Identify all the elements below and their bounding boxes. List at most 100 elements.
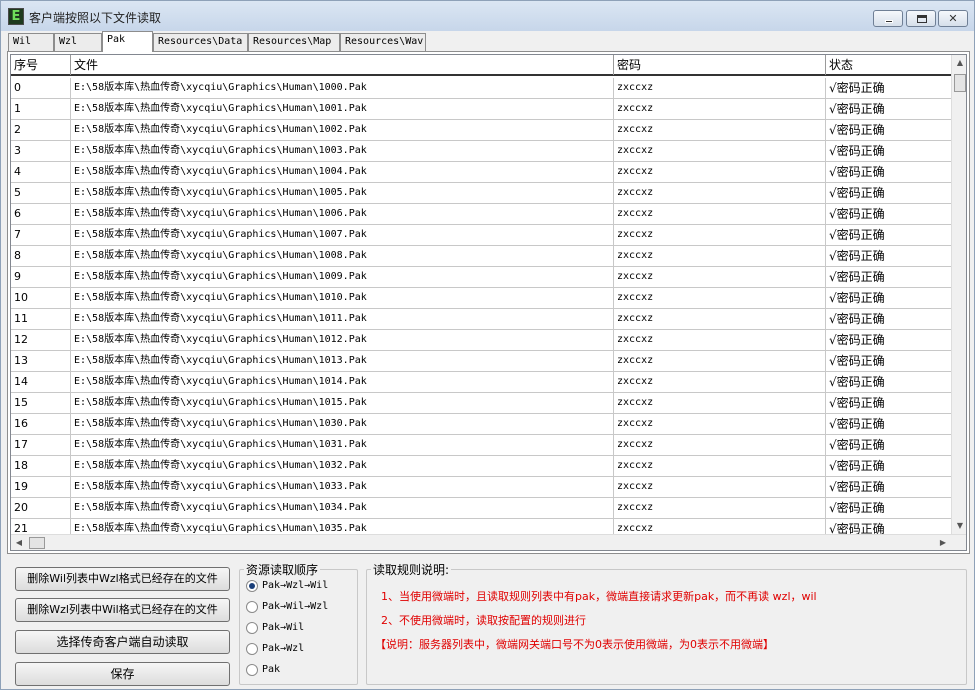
table-row[interactable]: 19 E:\58版本库\热血传奇\xycqiu\Graphics\Human\10… — [11, 477, 951, 498]
cell-file: E:\58版本库\热血传奇\xycqiu\Graphics\Human\1032… — [71, 456, 614, 476]
cell-index: 13 — [11, 351, 71, 371]
table-row[interactable]: 3 E:\58版本库\热血传奇\xycqiu\Graphics\Human\100… — [11, 141, 951, 162]
cell-password: zxccxz — [614, 246, 826, 266]
scroll-down-icon[interactable]: ▼ — [952, 518, 966, 534]
table-row[interactable]: 17 E:\58版本库\热血传奇\xycqiu\Graphics\Human\10… — [11, 435, 951, 456]
choose-client-button[interactable]: 选择传奇客户端自动读取 — [15, 630, 230, 654]
radio-dot-icon[interactable] — [246, 643, 258, 655]
cell-status: √密码正确 — [829, 144, 885, 158]
file-list-grid[interactable]: 序号 文件 密码 状态 0 E:\58版本库\热血传奇\xycqiu\Graphi… — [10, 54, 967, 551]
tab-wzl[interactable]: Wzl — [54, 33, 102, 51]
cell-file: E:\58版本库\热血传奇\xycqiu\Graphics\Human\1034… — [71, 498, 614, 518]
radio-dot-icon[interactable] — [246, 580, 258, 592]
delete-wil-duplicates-button[interactable]: 删除Wil列表中Wzl格式已经存在的文件 — [15, 567, 230, 591]
table-row[interactable]: 18 E:\58版本库\热血传奇\xycqiu\Graphics\Human\10… — [11, 456, 951, 477]
radio-dot-icon[interactable] — [246, 664, 258, 676]
rules-title: 读取规则说明: — [371, 561, 452, 578]
column-header-password[interactable]: 密码 — [614, 55, 826, 75]
vertical-scroll-thumb[interactable] — [954, 74, 966, 92]
cell-file: E:\58版本库\热血传奇\xycqiu\Graphics\Human\1005… — [71, 183, 614, 203]
cell-file: E:\58版本库\热血传奇\xycqiu\Graphics\Human\1001… — [71, 99, 614, 119]
horizontal-scroll-thumb[interactable] — [29, 537, 45, 549]
radio-dot-icon[interactable] — [246, 622, 258, 634]
maximize-button[interactable] — [906, 10, 936, 27]
cell-index: 11 — [11, 309, 71, 329]
cell-index: 15 — [11, 393, 71, 413]
cell-status: √密码正确 — [829, 81, 885, 95]
rule-line-3: 【说明：服务器列表中，微端网关端口号不为0表示使用微端，为0表示不用微端】 — [375, 638, 774, 651]
cell-status: √密码正确 — [829, 417, 885, 431]
cell-password: zxccxz — [614, 225, 826, 245]
cell-status: √密码正确 — [829, 459, 885, 473]
table-row[interactable]: 6 E:\58版本库\热血传奇\xycqiu\Graphics\Human\100… — [11, 204, 951, 225]
cell-status: √密码正确 — [829, 207, 885, 221]
cell-password: zxccxz — [614, 435, 826, 455]
save-button[interactable]: 保存 — [15, 662, 230, 686]
table-row[interactable]: 13 E:\58版本库\热血传奇\xycqiu\Graphics\Human\10… — [11, 351, 951, 372]
tab-panel: 序号 文件 密码 状态 0 E:\58版本库\热血传奇\xycqiu\Graphi… — [7, 51, 970, 554]
minimize-button[interactable] — [873, 10, 903, 27]
cell-file: E:\58版本库\热血传奇\xycqiu\Graphics\Human\1014… — [71, 372, 614, 392]
cell-file: E:\58版本库\热血传奇\xycqiu\Graphics\Human\1011… — [71, 309, 614, 329]
tab-resources-map[interactable]: Resources\Map — [248, 33, 340, 51]
table-row[interactable]: 15 E:\58版本库\热血传奇\xycqiu\Graphics\Human\10… — [11, 393, 951, 414]
cell-status: √密码正确 — [829, 102, 885, 116]
cell-file: E:\58版本库\热血传奇\xycqiu\Graphics\Human\1009… — [71, 267, 614, 287]
horizontal-scrollbar[interactable]: ◀ ▶ — [11, 534, 966, 550]
scroll-left-icon[interactable]: ◀ — [11, 535, 27, 550]
column-header-index[interactable]: 序号 — [11, 55, 71, 75]
minimize-icon — [885, 20, 893, 23]
cell-password: zxccxz — [614, 351, 826, 371]
delete-wzl-duplicates-button[interactable]: 删除Wzl列表中Wil格式已经存在的文件 — [15, 598, 230, 622]
title-bar[interactable]: E 客户端按照以下文件读取 ✕ — [1, 1, 974, 31]
cell-status: √密码正确 — [829, 480, 885, 494]
cell-index: 12 — [11, 330, 71, 350]
table-row[interactable]: 20 E:\58版本库\热血传奇\xycqiu\Graphics\Human\10… — [11, 498, 951, 519]
cell-password: zxccxz — [614, 78, 826, 98]
scroll-right-icon[interactable]: ▶ — [935, 535, 951, 550]
cell-index: 9 — [11, 267, 71, 287]
table-row[interactable]: 8 E:\58版本库\热血传奇\xycqiu\Graphics\Human\100… — [11, 246, 951, 267]
table-row[interactable]: 11 E:\58版本库\热血传奇\xycqiu\Graphics\Human\10… — [11, 309, 951, 330]
cell-file: E:\58版本库\热血传奇\xycqiu\Graphics\Human\1013… — [71, 351, 614, 371]
column-header-file[interactable]: 文件 — [71, 55, 614, 75]
table-row[interactable]: 1 E:\58版本库\热血传奇\xycqiu\Graphics\Human\100… — [11, 99, 951, 120]
tab-pak[interactable]: Pak — [102, 31, 153, 52]
column-header-status[interactable]: 状态 — [826, 55, 951, 75]
cell-status: √密码正确 — [829, 501, 885, 515]
cell-file: E:\58版本库\热血传奇\xycqiu\Graphics\Human\1008… — [71, 246, 614, 266]
vertical-scrollbar[interactable]: ▲ ▼ — [951, 55, 966, 534]
cell-password: zxccxz — [614, 498, 826, 518]
cell-index: 4 — [11, 162, 71, 182]
table-row[interactable]: 12 E:\58版本库\热血传奇\xycqiu\Graphics\Human\10… — [11, 330, 951, 351]
table-row[interactable]: 4 E:\58版本库\热血传奇\xycqiu\Graphics\Human\100… — [11, 162, 951, 183]
table-row[interactable]: 7 E:\58版本库\热血传奇\xycqiu\Graphics\Human\100… — [11, 225, 951, 246]
table-row[interactable]: 10 E:\58版本库\热血传奇\xycqiu\Graphics\Human\10… — [11, 288, 951, 309]
cell-password: zxccxz — [614, 267, 826, 287]
app-logo-icon: E — [8, 8, 24, 25]
cell-status: √密码正确 — [829, 291, 885, 305]
table-row[interactable]: 9 E:\58版本库\热血传奇\xycqiu\Graphics\Human\100… — [11, 267, 951, 288]
maximize-icon — [917, 15, 927, 23]
table-row[interactable]: 0 E:\58版本库\热血传奇\xycqiu\Graphics\Human\100… — [11, 78, 951, 99]
radio-dot-icon[interactable] — [246, 601, 258, 613]
cell-index: 7 — [11, 225, 71, 245]
tab-resources-data[interactable]: Resources\Data — [153, 33, 248, 51]
cell-password: zxccxz — [614, 414, 826, 434]
tab-resources-wav[interactable]: Resources\Wav — [340, 33, 426, 51]
cell-index: 19 — [11, 477, 71, 497]
cell-password: zxccxz — [614, 477, 826, 497]
table-row[interactable]: 2 E:\58版本库\热血传奇\xycqiu\Graphics\Human\100… — [11, 120, 951, 141]
table-row[interactable]: 16 E:\58版本库\热血传奇\xycqiu\Graphics\Human\10… — [11, 414, 951, 435]
table-row[interactable]: 14 E:\58版本库\热血传奇\xycqiu\Graphics\Human\10… — [11, 372, 951, 393]
cell-file: E:\58版本库\热血传奇\xycqiu\Graphics\Human\1012… — [71, 330, 614, 350]
tab-wil[interactable]: Wil — [8, 33, 54, 51]
radio-label: Pak→Wzl — [262, 643, 305, 654]
cell-file: E:\58版本库\热血传奇\xycqiu\Graphics\Human\1000… — [71, 78, 614, 98]
cell-status: √密码正确 — [829, 375, 885, 389]
cell-status: √密码正确 — [829, 396, 885, 410]
cell-index: 2 — [11, 120, 71, 140]
close-button[interactable]: ✕ — [938, 10, 968, 27]
scroll-up-icon[interactable]: ▲ — [952, 55, 966, 71]
table-row[interactable]: 5 E:\58版本库\热血传奇\xycqiu\Graphics\Human\100… — [11, 183, 951, 204]
